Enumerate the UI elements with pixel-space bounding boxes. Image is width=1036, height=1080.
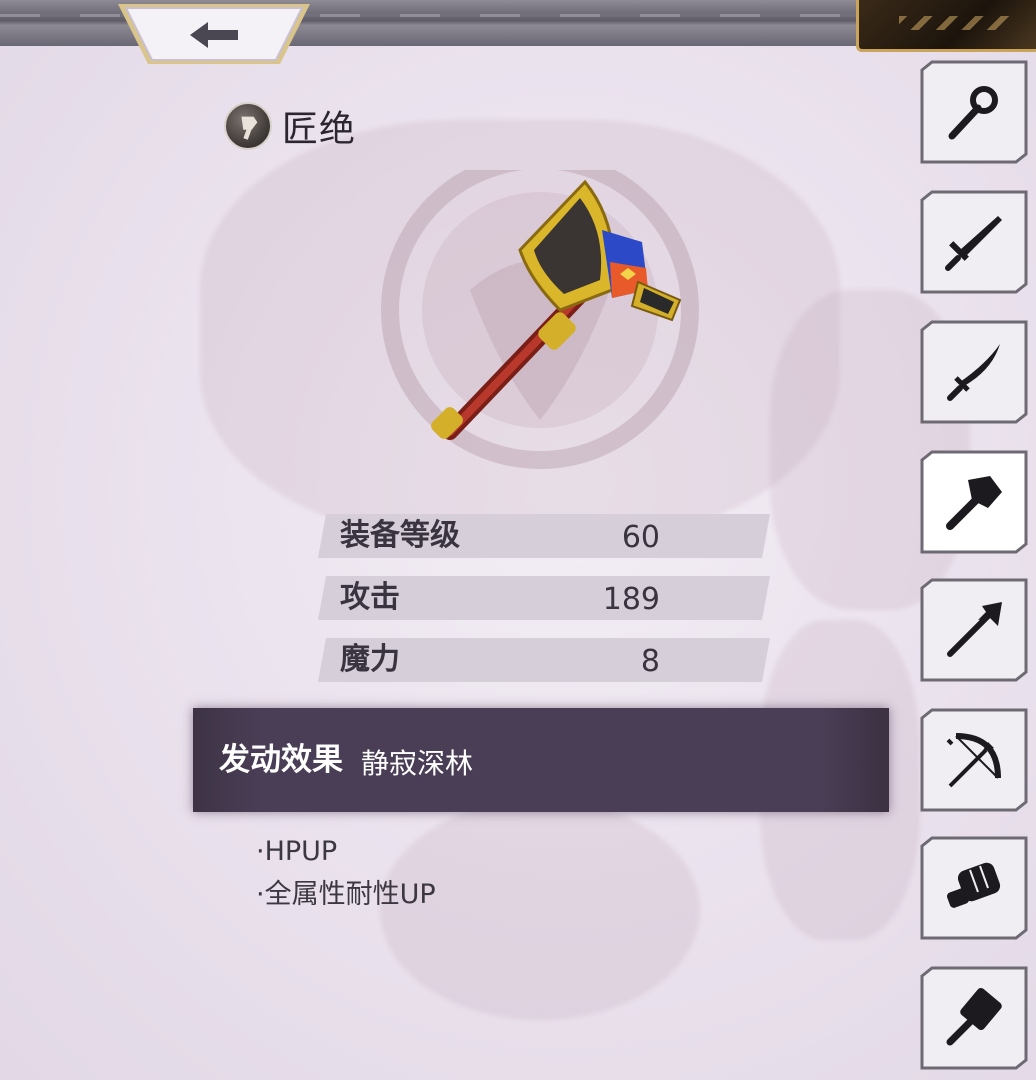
tab-sword[interactable] <box>920 190 1028 294</box>
bow-icon <box>946 733 1001 788</box>
stat-value: 189 <box>602 582 660 617</box>
staff-icon <box>948 86 998 140</box>
tab-staff[interactable] <box>920 60 1028 164</box>
tab-axe[interactable] <box>920 450 1028 554</box>
effect-resist-up: ·全属性耐性UP <box>256 879 436 910</box>
tab-bow[interactable] <box>920 708 1028 812</box>
tab-hammer[interactable] <box>920 966 1028 1070</box>
stat-label: 攻击 <box>340 580 400 615</box>
saber-icon <box>947 344 1000 401</box>
hammer-icon <box>946 987 1002 1046</box>
stat-value: 8 <box>640 644 660 679</box>
left-arrow-icon <box>118 4 310 64</box>
skill-title: 发动效果 <box>219 742 343 778</box>
item-header: 匠绝 <box>224 100 356 152</box>
stat-value: 60 <box>621 520 660 555</box>
item-name: 匠绝 <box>282 109 357 150</box>
skill-banner: 发动效果 静寂深林 <box>193 708 889 812</box>
spear-icon <box>947 602 1002 657</box>
stat-label: 装备等级 <box>340 518 460 553</box>
axe-type-icon <box>224 102 272 150</box>
sword-icon <box>945 216 1002 271</box>
axe-icon <box>946 476 1002 530</box>
tab-fist[interactable] <box>920 836 1028 940</box>
back-button[interactable] <box>116 2 312 66</box>
skill-name: 静寂深林 <box>361 747 474 780</box>
stat-row-equip-level: 装备等级 60 <box>318 514 770 558</box>
axe-item-art <box>381 170 699 469</box>
stat-row-magic: 魔力 8 <box>318 638 770 682</box>
corner-emblem <box>856 0 1036 52</box>
tab-saber[interactable] <box>920 320 1028 424</box>
effect-hp-up: ·HPUP <box>256 836 338 867</box>
tab-spear[interactable] <box>920 578 1028 682</box>
stat-label: 魔力 <box>340 642 400 677</box>
fist-icon <box>946 862 1001 908</box>
stat-row-attack: 攻击 189 <box>318 576 770 620</box>
